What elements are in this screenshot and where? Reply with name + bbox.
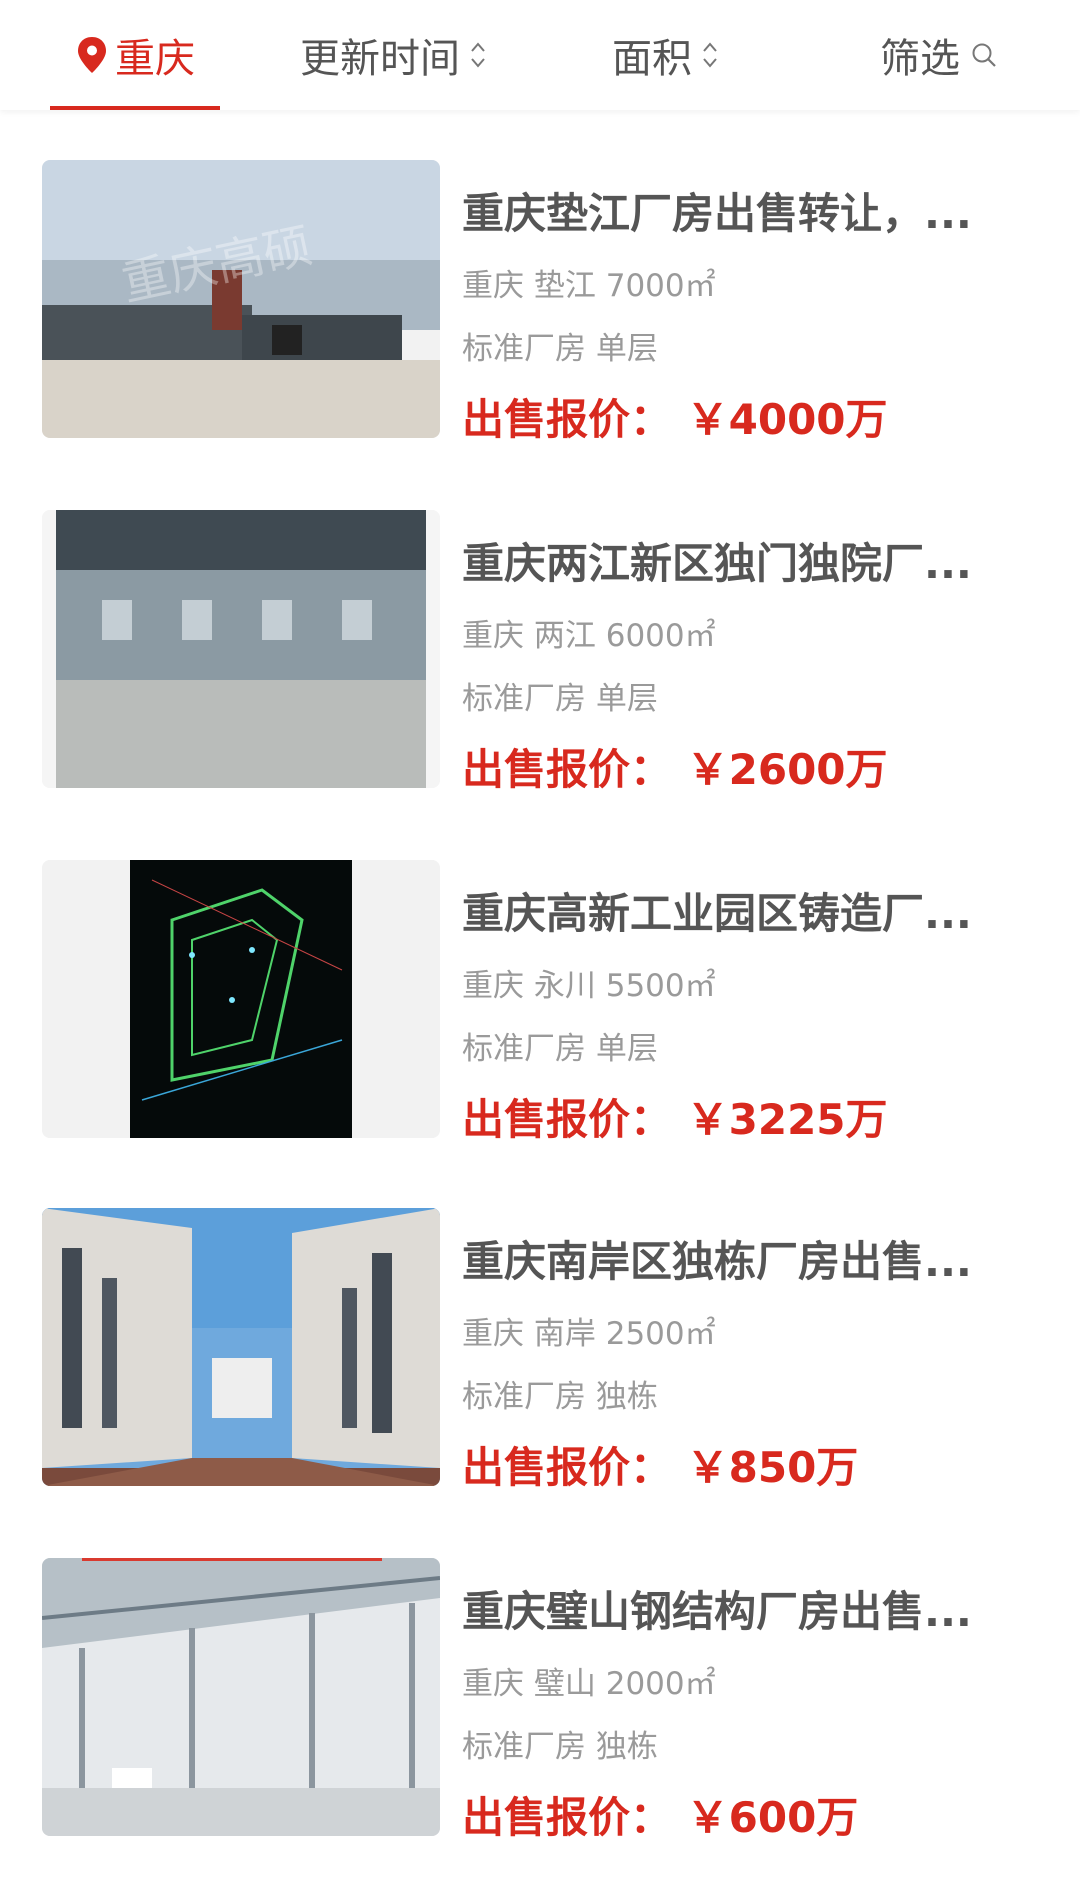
filter-tab[interactable]: 筛选 [880, 0, 998, 110]
listing-price: 出售报价： ￥4000万 [462, 386, 888, 447]
listing-price: 出售报价： ￥3225万 [462, 1086, 888, 1147]
listing-tags: 标准厂房 单层 [462, 673, 658, 718]
listing-floors: 单层 [595, 681, 658, 717]
listing-floors: 独栋 [595, 1379, 658, 1415]
listing-area: 7000㎡ [605, 268, 716, 304]
listing-district: 璧山 [533, 1666, 596, 1702]
listing-card[interactable]: 重庆高硕 重庆垫江厂房出售转让，... 重庆 垫江 7000㎡ 标准厂房 单层 … [42, 160, 1042, 444]
filter-label: 筛选 [880, 36, 960, 82]
listing-price: 出售报价： ￥2600万 [462, 736, 888, 797]
listing-card[interactable]: 重庆南岸区独栋厂房出售... 重庆 南岸 2500㎡ 标准厂房 独栋 出售报价：… [42, 1208, 1042, 1492]
listing-title[interactable]: 重庆两江新区独门独院厂... [462, 530, 1002, 591]
listing-area: 5500㎡ [605, 968, 716, 1004]
listing-price: 出售报价： ￥600万 [462, 1784, 858, 1845]
price-label: 出售报价： [462, 395, 673, 444]
update-time-sort-tab[interactable]: 更新时间 [300, 0, 486, 110]
listing-location-area: 重庆 永川 5500㎡ [462, 960, 716, 1005]
listing-thumbnail [42, 1208, 440, 1486]
listing-location-area: 重庆 璧山 2000㎡ [462, 1658, 716, 1703]
listing-title[interactable]: 重庆璧山钢结构厂房出售... [462, 1578, 1002, 1639]
price-value: ￥600万 [686, 1793, 859, 1842]
price-label: 出售报价： [462, 1095, 673, 1144]
listing-tags: 标准厂房 单层 [462, 1023, 658, 1068]
price-value: ￥2600万 [686, 745, 888, 794]
listing-district: 南岸 [533, 1316, 596, 1352]
listing-area: 2000㎡ [605, 1666, 716, 1702]
listing-type: 标准厂房 [462, 331, 586, 367]
listing-city: 重庆 [462, 1316, 524, 1352]
listing-thumbnail [42, 510, 440, 788]
price-value: ￥850万 [686, 1443, 859, 1492]
listing-floors: 单层 [595, 331, 658, 367]
listing-title[interactable]: 重庆高新工业园区铸造厂... [462, 880, 1002, 941]
listing-floors: 独栋 [595, 1729, 658, 1765]
listing-location-area: 重庆 垫江 7000㎡ [462, 260, 716, 305]
listing-title[interactable]: 重庆垫江厂房出售转让，... [462, 180, 1002, 241]
listing-city: 重庆 [462, 268, 524, 304]
listing-thumbnail [42, 860, 440, 1138]
city-filter-tab[interactable]: 重庆 [50, 0, 220, 110]
listing-district: 永川 [533, 968, 596, 1004]
listing-location-area: 重庆 两江 6000㎡ [462, 610, 716, 655]
listing-district: 两江 [533, 618, 596, 654]
sort-arrows-icon [703, 42, 717, 68]
listing-area: 2500㎡ [605, 1316, 716, 1352]
listing-type: 标准厂房 [462, 1729, 586, 1765]
listing-type: 标准厂房 [462, 681, 586, 717]
location-pin-icon [78, 37, 106, 73]
listing-city: 重庆 [462, 618, 524, 654]
listing-type: 标准厂房 [462, 1031, 586, 1067]
price-value: ￥3225万 [686, 1095, 888, 1144]
listing-card[interactable]: 重庆高新工业园区铸造厂... 重庆 永川 5500㎡ 标准厂房 单层 出售报价：… [42, 860, 1042, 1144]
listing-location-area: 重庆 南岸 2500㎡ [462, 1308, 716, 1353]
city-filter-label: 重庆 [115, 36, 195, 82]
price-label: 出售报价： [462, 745, 673, 794]
listing-city: 重庆 [462, 968, 524, 1004]
update-time-sort-label: 更新时间 [300, 36, 460, 82]
active-tab-underline [50, 106, 220, 110]
listing-title[interactable]: 重庆南岸区独栋厂房出售... [462, 1228, 1002, 1289]
price-label: 出售报价： [462, 1793, 673, 1842]
listing-tags: 标准厂房 独栋 [462, 1371, 658, 1416]
listing-area: 6000㎡ [605, 618, 716, 654]
listing-city: 重庆 [462, 1666, 524, 1702]
listing-tags: 标准厂房 单层 [462, 323, 658, 368]
listing-thumbnail [42, 1558, 440, 1836]
listing-price: 出售报价： ￥850万 [462, 1434, 858, 1495]
listing-floors: 单层 [595, 1031, 658, 1067]
filter-bar: 重庆 更新时间 面积 筛选 [0, 0, 1080, 110]
search-icon [972, 43, 996, 67]
area-sort-tab[interactable]: 面积 [612, 0, 718, 110]
listing-card[interactable]: 重庆璧山钢结构厂房出售... 重庆 璧山 2000㎡ 标准厂房 独栋 出售报价：… [42, 1558, 1042, 1842]
listing-card[interactable]: 重庆两江新区独门独院厂... 重庆 两江 6000㎡ 标准厂房 单层 出售报价：… [42, 510, 1042, 794]
area-sort-label: 面积 [612, 36, 692, 82]
listing-thumbnail: 重庆高硕 [42, 160, 440, 438]
listing-district: 垫江 [533, 268, 596, 304]
listing-tags: 标准厂房 独栋 [462, 1721, 658, 1766]
price-value: ￥4000万 [686, 395, 888, 444]
price-label: 出售报价： [462, 1443, 673, 1492]
sort-arrows-icon [471, 42, 485, 68]
listing-type: 标准厂房 [462, 1379, 586, 1415]
